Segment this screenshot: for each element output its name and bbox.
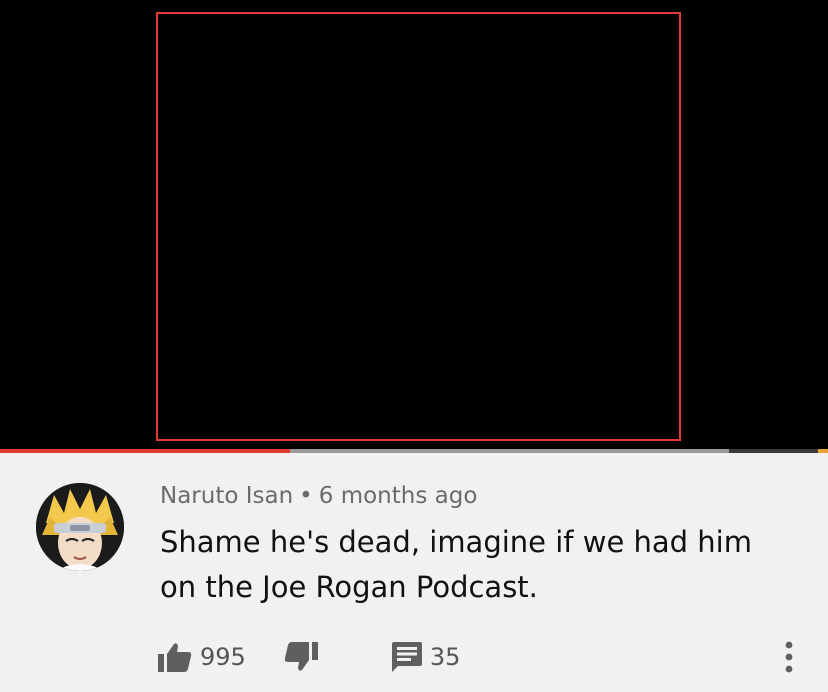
more-options-button[interactable] [779, 640, 799, 674]
reply-count: 35 [429, 643, 461, 671]
dislike-button[interactable] [284, 642, 318, 672]
thumbs-down-icon[interactable] [284, 642, 318, 672]
vertical-dots-icon[interactable] [779, 640, 799, 674]
comment-meta: Naruto Isan • 6 months ago [160, 483, 477, 509]
comment-icon[interactable] [391, 642, 422, 672]
like-button[interactable]: 995 [158, 642, 246, 672]
avatar[interactable] [36, 483, 124, 571]
video-player[interactable] [0, 0, 828, 449]
comment-text: Shame he's dead, imagine if we had him o… [160, 525, 752, 604]
comment-author[interactable]: Naruto Isan [160, 483, 293, 509]
thumbs-up-icon[interactable] [158, 642, 192, 672]
comment-actions: 995 35 [158, 640, 460, 674]
comment-time: 6 months ago [318, 483, 478, 509]
like-count: 995 [200, 643, 246, 671]
highlight-frame [156, 12, 681, 441]
reply-button[interactable]: 35 [391, 642, 461, 672]
meta-separator: • [299, 483, 313, 509]
